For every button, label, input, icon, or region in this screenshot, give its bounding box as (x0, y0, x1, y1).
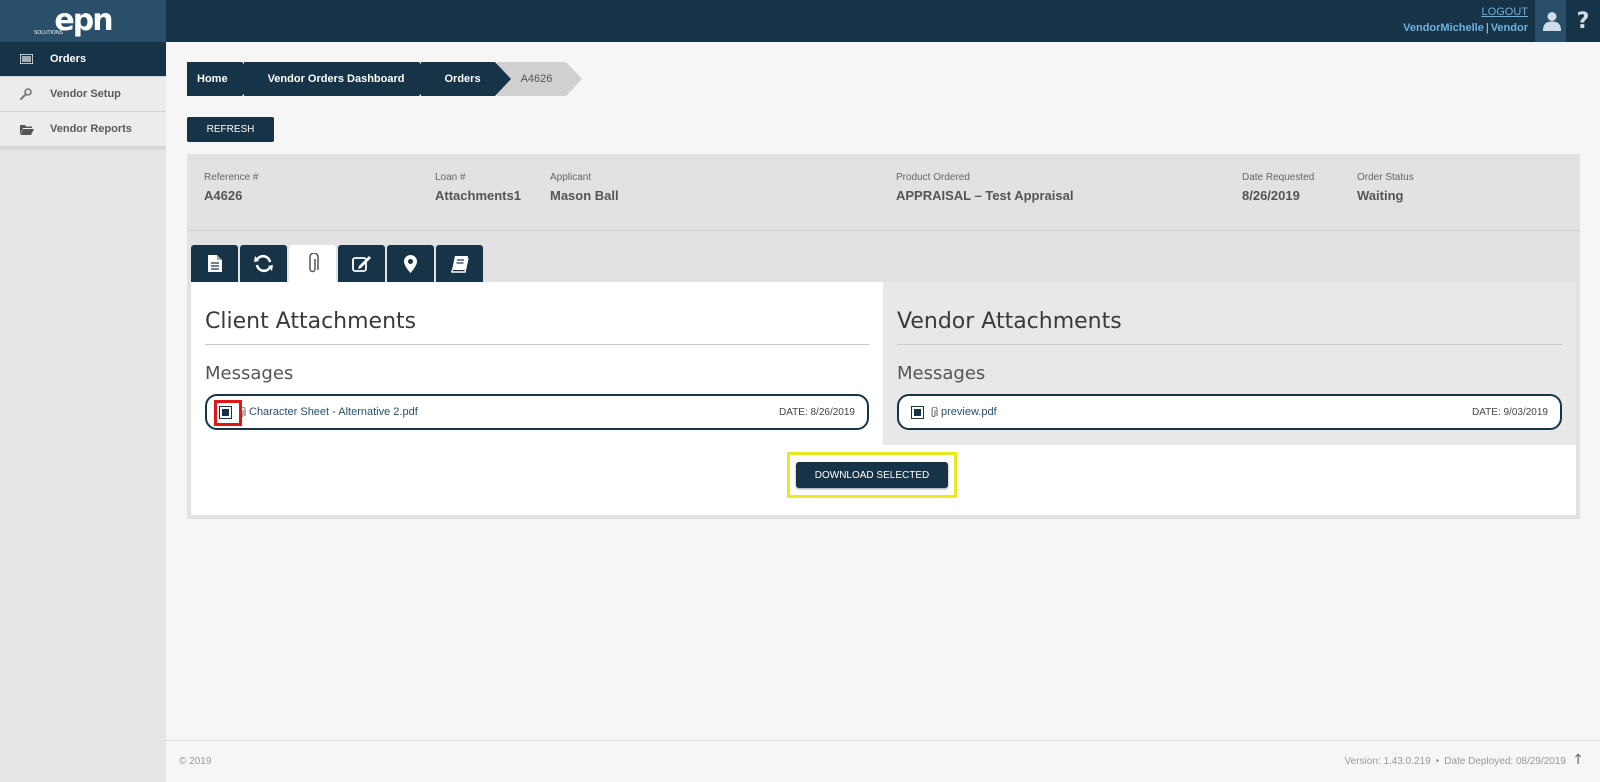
sidebar-item-label: Vendor Reports (50, 123, 132, 135)
tab-location[interactable] (387, 245, 434, 282)
top-bar: epn SOLUTIONS LOGOUT VendorMichelle | Vend… (0, 0, 1600, 42)
attachments-area: Client Attachments Messages Character Sh… (191, 282, 1576, 515)
vendor-attachments: Vendor Attachments Messages preview.pdf … (883, 282, 1576, 445)
footer-bullet: • (1435, 756, 1440, 767)
vendor-file-checkbox[interactable] (911, 405, 924, 419)
loan-value: Attachments1 (435, 188, 521, 203)
product-label: Product Ordered (896, 172, 970, 183)
sidebar-item-vendor-setup[interactable]: Vendor Setup (0, 77, 166, 112)
footer: © 2019 Version: 1.43.0.219 • Date Deployed… (166, 740, 1600, 782)
version-text: Version: 1.43.0.219 (1344, 756, 1431, 767)
username: VendorMichelle (1403, 22, 1484, 34)
paperclip-icon (930, 406, 938, 418)
version-info: Version: 1.43.0.219 • Date Deployed: 08/29… (1345, 756, 1566, 767)
vendor-file-row: preview.pdf DATE: 9/03/2019 (897, 394, 1562, 430)
document-icon (207, 255, 222, 272)
logout-link[interactable]: LOGOUT (1403, 6, 1528, 18)
order-status-field: Order Status Waiting (1357, 172, 1414, 203)
client-attachments-title: Client Attachments (205, 307, 869, 345)
sidebar-item-orders[interactable]: Orders (0, 42, 166, 77)
client-attachments: Client Attachments Messages Character Sh… (191, 282, 883, 445)
help-icon[interactable]: ? (1566, 0, 1600, 42)
client-messages-heading: Messages (205, 363, 294, 384)
paperclip-icon (308, 252, 319, 272)
client-file-row: Character Sheet - Alternative 2.pdf DATE… (205, 394, 869, 430)
user-block: LOGOUT VendorMichelle | Vendor (1403, 6, 1528, 34)
checkbox-checked-mark (222, 408, 229, 416)
refresh-button[interactable]: REFRESH (187, 117, 274, 142)
user-info: VendorMichelle | Vendor (1403, 22, 1528, 34)
tab-attachments[interactable] (289, 245, 336, 282)
checkbox-checked-mark (914, 408, 921, 416)
product-field: Product Ordered APPRAISAL – Test Apprais… (896, 172, 1073, 203)
loan-field: Loan # Attachments1 (435, 172, 521, 203)
loan-label: Loan # (435, 172, 466, 183)
paperclip-icon (238, 406, 246, 418)
tab-log[interactable] (436, 245, 483, 282)
sidebar-item-vendor-reports[interactable]: Vendor Reports (0, 112, 166, 147)
copyright: © 2019 (179, 756, 212, 767)
tab-notes[interactable] (338, 245, 385, 282)
refresh-icon (254, 254, 273, 273)
sidebar-item-label: Vendor Setup (50, 88, 121, 100)
breadcrumb-vendor-orders-dashboard[interactable]: Vendor Orders Dashboard (243, 62, 435, 96)
download-selected-button[interactable]: DOWNLOAD SELECTED (796, 462, 948, 488)
user-separator: | (1485, 22, 1489, 34)
breadcrumb: Home Vendor Orders Dashboard Orders A462… (187, 62, 583, 96)
folder-open-icon (20, 124, 34, 135)
user-icon[interactable] (1535, 0, 1569, 42)
order-panel: Reference # A4626 Loan # Attachments1 Ap… (187, 154, 1580, 519)
reference-value: A4626 (204, 188, 243, 203)
order-tabs (191, 245, 485, 282)
applicant-field: Applicant Mason Ball (550, 172, 619, 203)
sidebar: Orders Vendor Setup Vendor Reports (0, 42, 166, 782)
applicant-value: Mason Ball (550, 188, 619, 203)
date-requested-value: 8/26/2019 (1242, 188, 1300, 203)
info-divider (187, 230, 1580, 231)
reference-label: Reference # (204, 172, 259, 183)
logo-subtext: SOLUTIONS (34, 30, 63, 36)
vendor-file-date: DATE: 9/03/2019 (1472, 406, 1548, 418)
product-value: APPRAISAL – Test Appraisal (896, 188, 1074, 203)
sidebar-shadow (0, 147, 166, 151)
breadcrumb-home[interactable]: Home (187, 62, 258, 96)
reference-field: Reference # A4626 (204, 172, 258, 203)
vendor-attachments-title: Vendor Attachments (897, 307, 1562, 345)
order-status-value: Waiting (1357, 188, 1404, 203)
user-role: Vendor (1490, 22, 1528, 34)
applicant-label: Applicant (550, 172, 592, 183)
list-icon (20, 54, 34, 64)
sidebar-item-label: Orders (50, 53, 87, 65)
book-icon (450, 255, 469, 273)
logo[interactable]: epn SOLUTIONS (0, 0, 166, 42)
date-requested-field: Date Requested 8/26/2019 (1242, 172, 1314, 203)
download-highlight: DOWNLOAD SELECTED (787, 452, 957, 498)
vendor-messages-heading: Messages (897, 363, 986, 384)
wrench-icon (20, 88, 34, 100)
deployed-date: Date Deployed: 08/29/2019 (1444, 756, 1566, 767)
edit-icon (351, 255, 371, 272)
client-file-date: DATE: 8/26/2019 (779, 406, 855, 418)
client-file-link[interactable]: Character Sheet - Alternative 2.pdf (249, 406, 418, 418)
tab-history[interactable] (240, 245, 287, 282)
map-marker-icon (404, 254, 417, 273)
order-status-label: Order Status (1357, 172, 1414, 183)
tab-details[interactable] (191, 245, 238, 282)
vendor-file-link[interactable]: preview.pdf (941, 406, 997, 418)
date-requested-label: Date Requested (1242, 172, 1315, 183)
back-to-top-icon[interactable]: ↑ (1572, 752, 1584, 768)
client-file-checkbox[interactable] (219, 405, 232, 419)
